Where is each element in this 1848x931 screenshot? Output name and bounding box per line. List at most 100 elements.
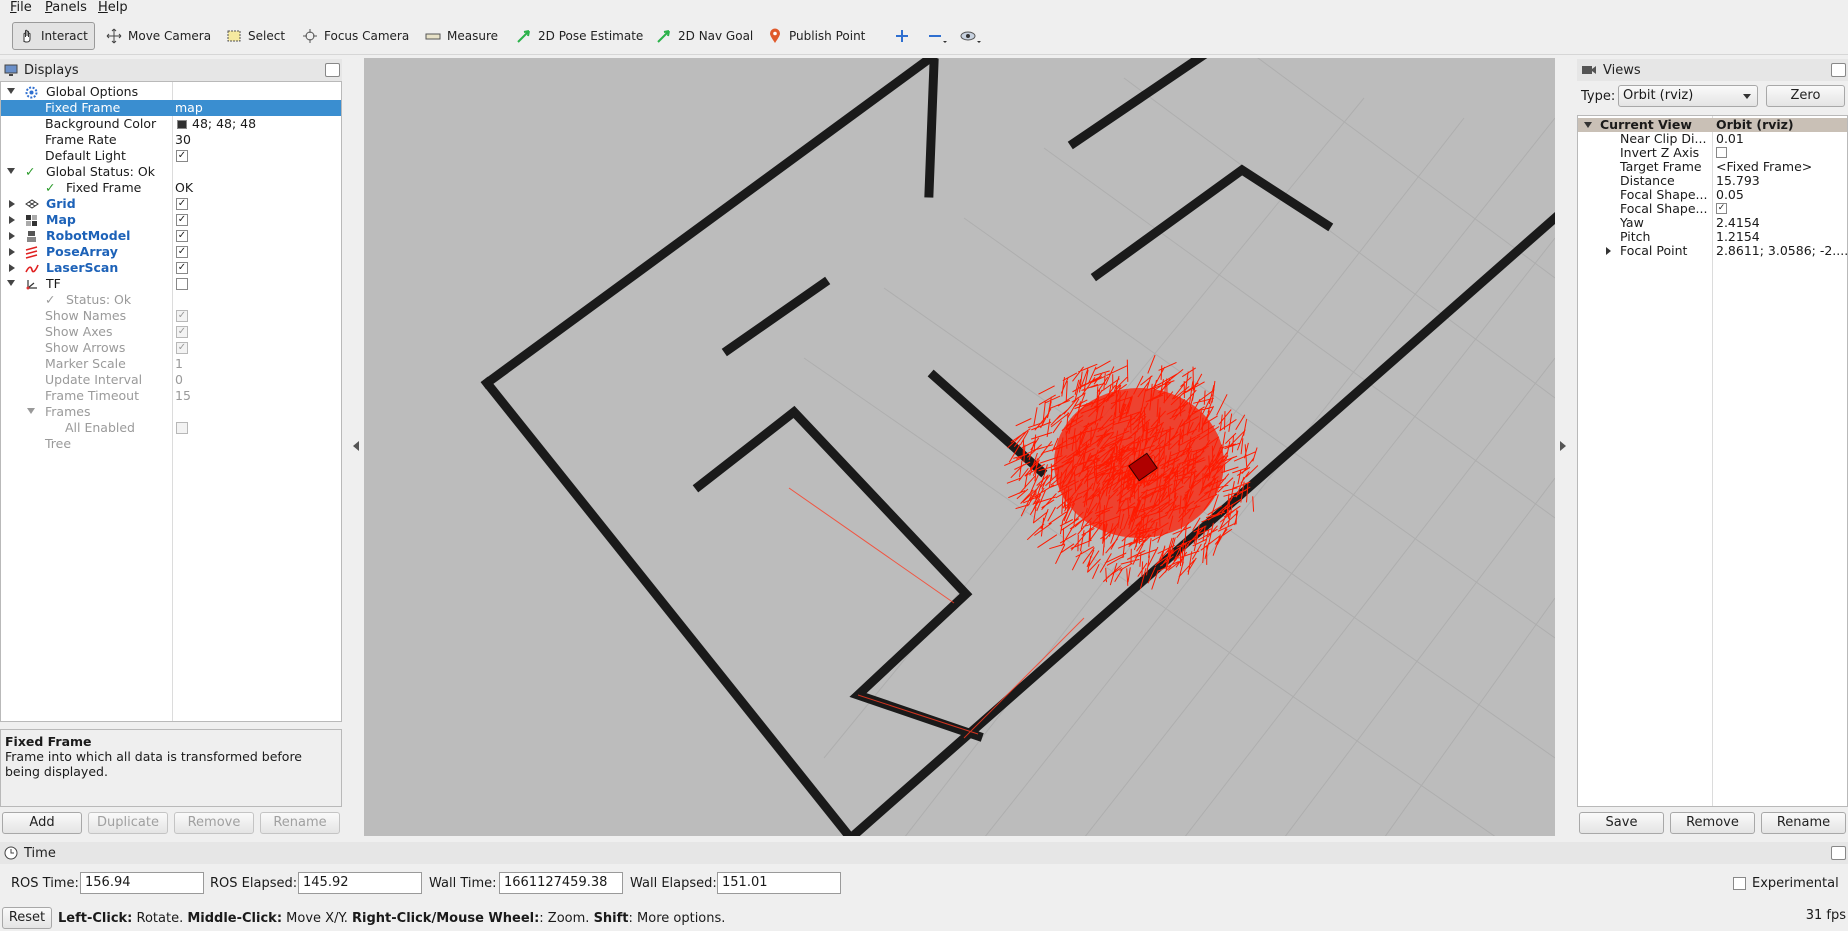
- view-tool-button[interactable]: [954, 22, 990, 50]
- prop-value[interactable]: 1.2154: [1716, 230, 1760, 244]
- invert-z-checkbox[interactable]: [1716, 147, 1727, 158]
- map-checkbox[interactable]: ✓: [176, 214, 188, 226]
- posearray-checkbox[interactable]: ✓: [176, 246, 188, 258]
- grid-checkbox[interactable]: ✓: [176, 198, 188, 210]
- tree-row-global-status[interactable]: ✓ Global Status: Ok: [1, 164, 341, 180]
- ros-elapsed-field[interactable]: 145.92: [298, 872, 422, 894]
- view-prop-row[interactable]: Yaw 2.4154: [1578, 216, 1847, 230]
- prop-value[interactable]: 0.01: [1716, 132, 1744, 146]
- view-prop-row[interactable]: Focal Point 2.8611; 3.0586; -2....: [1578, 244, 1847, 258]
- tree-row-tf[interactable]: TF: [1, 276, 341, 292]
- tree-row-all-enabled[interactable]: All Enabled: [1, 420, 341, 436]
- wall-elapsed-field[interactable]: 151.01: [717, 872, 841, 894]
- measure-tool[interactable]: Measure: [419, 22, 504, 50]
- time-float-button[interactable]: [1831, 846, 1846, 860]
- frame-timeout-value[interactable]: 15: [175, 388, 191, 404]
- show-names-checkbox[interactable]: ✓: [176, 310, 188, 322]
- tree-row-frames[interactable]: Frames: [1, 404, 341, 420]
- nav-goal-tool[interactable]: 2D Nav Goal: [650, 22, 759, 50]
- view-prop-row[interactable]: Pitch 1.2154: [1578, 230, 1847, 244]
- view-prop-row[interactable]: Near Clip Di... 0.01: [1578, 132, 1847, 146]
- show-axes-checkbox[interactable]: ✓: [176, 326, 188, 338]
- expand-arrow-icon: [1584, 122, 1592, 128]
- duplicate-display-button[interactable]: Duplicate: [88, 812, 168, 834]
- tree-label: Fixed Frame: [66, 180, 142, 195]
- tree-row-map[interactable]: Map ✓: [1, 212, 341, 228]
- menu-panels[interactable]: Panels: [45, 0, 87, 16]
- displays-float-button[interactable]: [325, 63, 340, 77]
- tree-row-show-axes[interactable]: Show Axes ✓: [1, 324, 341, 340]
- marker-scale-value[interactable]: 1: [175, 356, 183, 372]
- tree-row-frame-rate[interactable]: Frame Rate 30: [1, 132, 341, 148]
- collapse-left-arrow[interactable]: [353, 441, 359, 451]
- view-prop-row[interactable]: Invert Z Axis: [1578, 146, 1847, 160]
- rename-view-button[interactable]: Rename: [1761, 812, 1846, 834]
- tree-row-fixed-frame[interactable]: Fixed Frame map: [1, 100, 341, 116]
- tree-row-grid[interactable]: Grid ✓: [1, 196, 341, 212]
- select-tool[interactable]: Select: [220, 22, 291, 50]
- menu-file[interactable]: File: [10, 0, 32, 16]
- reset-button[interactable]: Reset: [2, 907, 52, 929]
- add-display-button[interactable]: Add: [2, 812, 82, 834]
- tree-row-frame-timeout[interactable]: Frame Timeout 15: [1, 388, 341, 404]
- tf-axes-icon: [26, 280, 37, 290]
- 3d-viewport[interactable]: [364, 58, 1555, 836]
- prop-value[interactable]: 2.8611; 3.0586; -2....: [1716, 244, 1847, 258]
- current-view-row[interactable]: Current View Orbit (rviz): [1578, 118, 1847, 132]
- interact-tool[interactable]: Interact: [12, 22, 95, 50]
- remove-view-button[interactable]: Remove: [1670, 812, 1755, 834]
- rename-display-button[interactable]: Rename: [260, 812, 340, 834]
- view-prop-row[interactable]: Focal Shape... 0.05: [1578, 188, 1847, 202]
- experimental-checkbox[interactable]: [1733, 877, 1746, 890]
- tree-row-marker-scale[interactable]: Marker Scale 1: [1, 356, 341, 372]
- prop-value[interactable]: 2.4154: [1716, 216, 1760, 230]
- wall-time-field[interactable]: 1661127459.38: [499, 872, 623, 894]
- view-prop-row[interactable]: Focal Shape... ✓: [1578, 202, 1847, 216]
- ros-time-field[interactable]: 156.94: [80, 872, 204, 894]
- tree-row-global-options[interactable]: Global Options: [1, 84, 341, 100]
- show-arrows-checkbox[interactable]: ✓: [176, 342, 188, 354]
- collapse-right-arrow[interactable]: [1560, 441, 1566, 451]
- prop-value[interactable]: <Fixed Frame>: [1716, 160, 1812, 174]
- robotmodel-checkbox[interactable]: ✓: [176, 230, 188, 242]
- view-type-select[interactable]: Orbit (rviz): [1618, 85, 1758, 107]
- view-prop-row[interactable]: Target Frame <Fixed Frame>: [1578, 160, 1847, 174]
- tree-row-tf-status[interactable]: ✓ Status: Ok: [1, 292, 341, 308]
- update-interval-value[interactable]: 0: [175, 372, 183, 388]
- move-camera-tool[interactable]: Move Camera: [100, 22, 217, 50]
- all-enabled-checkbox[interactable]: [176, 422, 188, 434]
- prop-value[interactable]: 15.793: [1716, 174, 1760, 188]
- tree-row-update-interval[interactable]: Update Interval 0: [1, 372, 341, 388]
- tree-row-default-light[interactable]: Default Light ✓: [1, 148, 341, 164]
- tree-row-background-color[interactable]: Background Color 48; 48; 48: [1, 116, 341, 132]
- tree-row-show-arrows[interactable]: Show Arrows ✓: [1, 340, 341, 356]
- fixed-frame-value[interactable]: map: [175, 100, 203, 116]
- pose-estimate-tool[interactable]: 2D Pose Estimate: [510, 22, 649, 50]
- tree-row-show-names[interactable]: Show Names ✓: [1, 308, 341, 324]
- menu-help[interactable]: Help: [98, 0, 128, 16]
- focal-shape-checkbox[interactable]: ✓: [1716, 203, 1727, 214]
- frame-rate-value[interactable]: 30: [175, 132, 191, 148]
- prop-value[interactable]: 0.05: [1716, 188, 1744, 202]
- tree-row-tree[interactable]: Tree: [1, 436, 341, 452]
- tree-label: TF: [46, 276, 61, 291]
- views-float-button[interactable]: [1831, 63, 1846, 77]
- default-light-checkbox[interactable]: ✓: [176, 150, 188, 162]
- tree-row-robotmodel[interactable]: RobotModel ✓: [1, 228, 341, 244]
- remove-tool-button[interactable]: [921, 22, 955, 50]
- view-prop-row[interactable]: Distance 15.793: [1578, 174, 1847, 188]
- gear-icon: [25, 86, 38, 99]
- zero-button[interactable]: Zero: [1766, 85, 1845, 107]
- background-color-value[interactable]: 48; 48; 48: [192, 116, 256, 132]
- publish-point-tool[interactable]: Publish Point: [761, 22, 871, 50]
- save-view-button[interactable]: Save: [1579, 812, 1664, 834]
- tf-checkbox[interactable]: [176, 278, 188, 290]
- tree-label: Update Interval: [45, 372, 143, 387]
- laserscan-checkbox[interactable]: ✓: [176, 262, 188, 274]
- tree-row-laserscan[interactable]: LaserScan ✓: [1, 260, 341, 276]
- tree-row-posearray[interactable]: PoseArray ✓: [1, 244, 341, 260]
- tree-row-fixed-frame-status[interactable]: ✓ Fixed Frame OK: [1, 180, 341, 196]
- remove-display-button[interactable]: Remove: [174, 812, 254, 834]
- focus-camera-tool[interactable]: Focus Camera: [296, 22, 415, 50]
- add-tool-button[interactable]: [888, 22, 916, 50]
